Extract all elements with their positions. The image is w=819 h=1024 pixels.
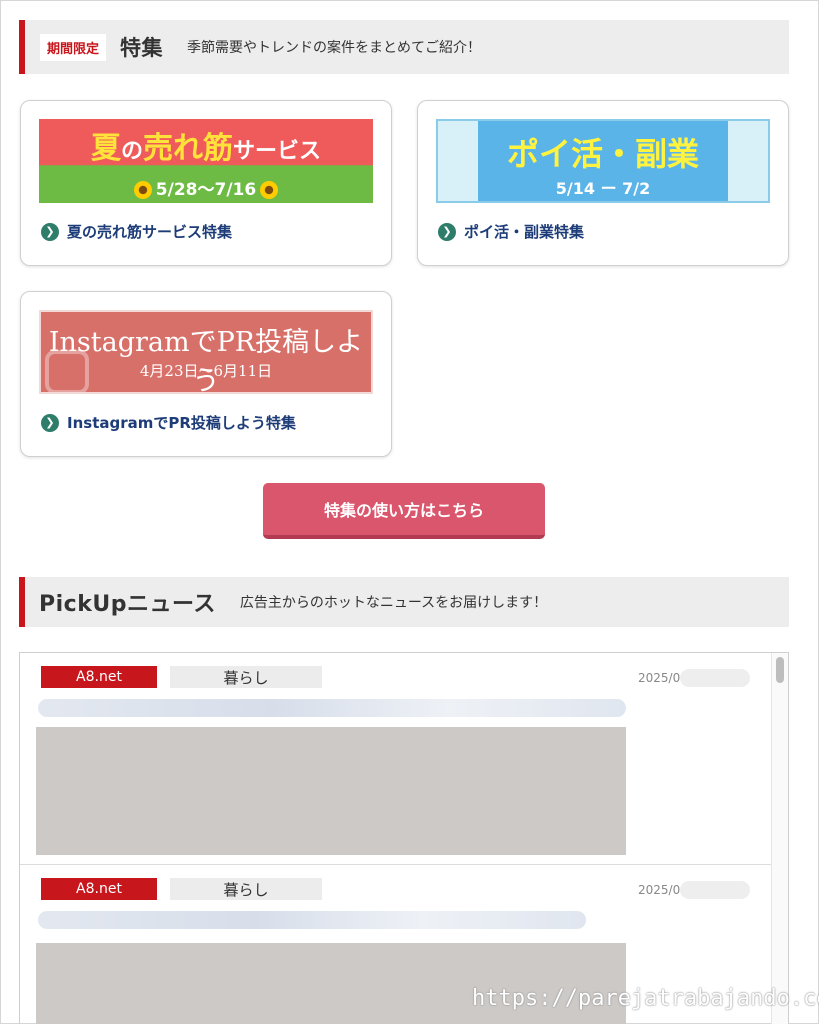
limited-time-badge: 期間限定 <box>40 33 107 61</box>
feature-section-subtitle: 季節需要やトレンドの案件をまとめてご紹介！ <box>187 40 482 56</box>
news-section-header: PickUpニュース 広告主からのホットなニュースをお届けします！ <box>19 577 789 627</box>
sunflower-icon <box>133 181 152 199</box>
news-source-tag: A8.net <box>41 666 157 688</box>
redacted-date <box>680 881 750 899</box>
news-thumbnail[interactable] <box>36 727 626 855</box>
summer-banner-title: 夏の売れ筋サービス <box>90 131 322 166</box>
poikatsu-banner-dates: 5/14 ー 7/2 <box>555 179 651 198</box>
news-source-tag: A8.net <box>41 878 157 900</box>
poikatsu-banner[interactable]: ポイ活・副業 5/14 ー 7/2 <box>436 119 770 203</box>
feature-section-title: 特集 <box>120 36 164 60</box>
summer-banner[interactable]: 夏の売れ筋サービス 5/28～7/16 <box>39 119 373 203</box>
instagram-feature-link[interactable]: ❯ InstagramでPR投稿しよう特集 <box>41 412 296 433</box>
news-thumbnail[interactable] <box>36 943 626 1024</box>
redacted-news-title[interactable] <box>38 911 586 929</box>
news-scrollbar[interactable] <box>771 653 788 1024</box>
arrow-right-icon: ❯ <box>438 222 456 241</box>
news-list[interactable]: A8.net 暮らし 2025/0 A8.net 暮らし 2025/0 <box>19 652 789 1024</box>
instagram-banner[interactable]: InstagramでPR投稿しよう 4月23日～6月11日 <box>39 310 373 394</box>
feature-card-poikatsu[interactable]: ポイ活・副業 5/14 ー 7/2 ❯ ポイ活・副業特集 <box>417 100 789 266</box>
poikatsu-banner-title: ポイ活・副業 <box>506 135 699 173</box>
feature-section-header: 期間限定 特集 季節需要やトレンドの案件をまとめてご紹介！ <box>19 20 789 74</box>
summer-feature-link[interactable]: ❯ 夏の売れ筋サービス特集 <box>41 221 232 242</box>
news-section-subtitle: 広告主からのホットなニュースをお届けします！ <box>239 595 548 611</box>
redacted-news-title[interactable] <box>38 699 626 717</box>
feature-howto-button[interactable]: 特集の使い方はこちら <box>263 483 545 539</box>
feature-card-instagram[interactable]: InstagramでPR投稿しよう 4月23日～6月11日 ❯ Instagra… <box>20 291 392 457</box>
arrow-right-icon: ❯ <box>41 222 59 241</box>
redacted-date <box>680 669 750 687</box>
poikatsu-feature-link[interactable]: ❯ ポイ活・副業特集 <box>438 221 584 242</box>
news-category-tag: 暮らし <box>170 878 322 900</box>
news-section-title: PickUpニュース <box>39 592 216 617</box>
summer-banner-dates-row: 5/28～7/16 <box>39 175 373 200</box>
feature-card-summer[interactable]: 夏の売れ筋サービス 5/28～7/16 ❯ 夏の売れ筋サービス特集 <box>20 100 392 266</box>
instagram-banner-title: InstagramでPR投稿しよう <box>48 327 364 394</box>
instagram-banner-dates: 4月23日～6月11日 <box>139 362 273 380</box>
news-date: 2025/0 <box>638 883 681 897</box>
scrollbar-thumb[interactable] <box>776 657 784 683</box>
arrow-right-icon: ❯ <box>41 413 59 432</box>
watermark: https://parejatrabajando.com/ <box>472 986 819 1011</box>
news-item[interactable]: A8.net 暮らし 2025/0 <box>20 653 772 865</box>
news-category-tag: 暮らし <box>170 666 322 688</box>
sunflower-icon <box>260 181 279 199</box>
news-date: 2025/0 <box>638 671 681 685</box>
